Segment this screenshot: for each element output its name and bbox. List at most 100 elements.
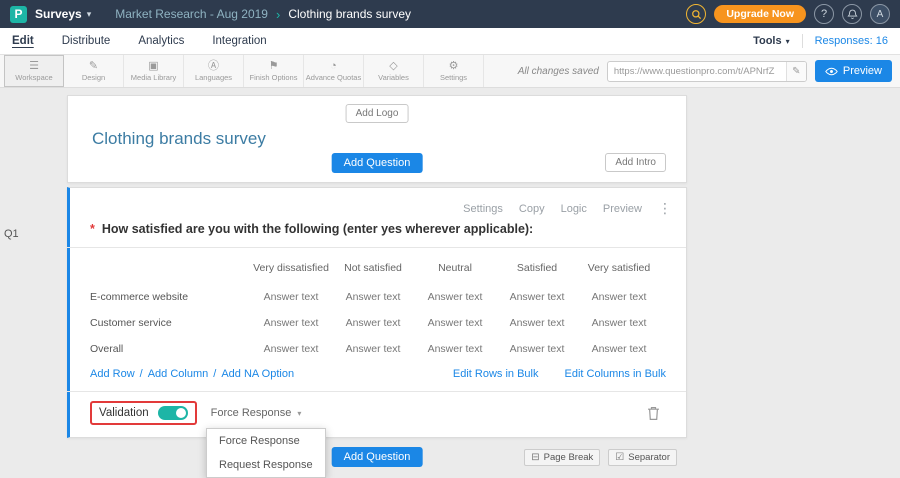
matrix-answer-cell[interactable]: Answer text bbox=[578, 284, 660, 310]
matrix-column-header[interactable]: Neutral bbox=[414, 252, 496, 284]
survey-canvas: Q1 Add Logo Clothing brands survey Add Q… bbox=[0, 88, 900, 456]
breadcrumb-current[interactable]: Clothing brands survey bbox=[288, 7, 411, 21]
toolbar-item-variables[interactable]: ◇ Variables bbox=[364, 55, 424, 87]
add-row-link[interactable]: Add Row bbox=[90, 368, 135, 380]
survey-url-input[interactable] bbox=[608, 66, 786, 77]
avatar[interactable]: A bbox=[870, 4, 890, 24]
matrix-answer-cell[interactable]: Answer text bbox=[332, 310, 414, 336]
question-copy-link[interactable]: Copy bbox=[519, 203, 545, 215]
help-button[interactable]: ? bbox=[814, 4, 834, 24]
tools-menu[interactable]: Tools ▾ bbox=[753, 35, 790, 47]
tab-edit[interactable]: Edit bbox=[12, 35, 34, 47]
question-mark-icon: ? bbox=[821, 8, 827, 20]
force-response-dropdown[interactable]: Force Response ▾ bbox=[211, 407, 302, 419]
matrix-answer-cell[interactable]: Answer text bbox=[332, 284, 414, 310]
topbar-actions: Upgrade Now ? A bbox=[686, 4, 890, 24]
matrix-row-label[interactable]: E-commerce website bbox=[90, 284, 250, 310]
breadcrumb: Market Research - Aug 2019 › Clothing br… bbox=[115, 7, 411, 22]
question-title-row: *How satisfied are you with the followin… bbox=[90, 222, 666, 236]
edit-rows-in-bulk-link[interactable]: Edit Rows in Bulk bbox=[453, 368, 539, 380]
survey-title[interactable]: Clothing brands survey bbox=[92, 129, 266, 149]
add-logo-button[interactable]: Add Logo bbox=[346, 104, 409, 123]
add-intro-button[interactable]: Add Intro bbox=[605, 153, 666, 172]
responses-count[interactable]: Responses: 16 bbox=[815, 35, 888, 47]
matrix-answer-cell[interactable]: Answer text bbox=[496, 284, 578, 310]
eye-icon bbox=[825, 67, 838, 76]
autosave-status: All changes saved bbox=[518, 66, 599, 77]
chevron-down-icon: ▾ bbox=[87, 9, 92, 20]
chevron-down-icon: ▾ bbox=[297, 409, 301, 418]
matrix-answer-cell[interactable]: Answer text bbox=[250, 336, 332, 362]
separator-option[interactable]: ☑ Separator bbox=[608, 449, 677, 466]
tab-integration[interactable]: Integration bbox=[212, 35, 266, 47]
force-response-menu: Force Response Request Response bbox=[206, 428, 326, 478]
breadcrumb-parent[interactable]: Market Research - Aug 2019 bbox=[115, 7, 268, 21]
question-logic-link[interactable]: Logic bbox=[561, 203, 587, 215]
bell-icon bbox=[847, 9, 858, 20]
tabs: Edit Distribute Analytics Integration bbox=[12, 35, 267, 47]
trash-icon bbox=[647, 406, 660, 421]
toolbar-item-media-library[interactable]: ▣ Media Library bbox=[124, 55, 184, 87]
upgrade-now-button[interactable]: Upgrade Now bbox=[714, 5, 806, 23]
toolbar-item-finish-options[interactable]: ⚑ Finish Options bbox=[244, 55, 304, 87]
question-actions: Settings Copy Logic Preview ⋮ bbox=[463, 200, 672, 217]
add-column-link[interactable]: Add Column bbox=[148, 368, 209, 380]
nav-tabs-bar: Edit Distribute Analytics Integration To… bbox=[0, 28, 900, 55]
matrix-column-header[interactable]: Not satisfied bbox=[332, 252, 414, 284]
toolbar-item-settings[interactable]: ⚙ Settings bbox=[424, 55, 484, 87]
question-number: Q1 bbox=[4, 228, 19, 240]
toolbar-item-design[interactable]: ✎ Design bbox=[64, 55, 124, 87]
toolbar-item-workspace[interactable]: ☰ Workspace bbox=[4, 55, 64, 87]
matrix-answer-cell[interactable]: Answer text bbox=[414, 336, 496, 362]
survey-header-card: Add Logo Clothing brands survey Add Ques… bbox=[67, 95, 687, 183]
matrix-answer-cell[interactable]: Answer text bbox=[496, 336, 578, 362]
question-preview-link[interactable]: Preview bbox=[603, 203, 642, 215]
matrix-column-header[interactable]: Satisfied bbox=[496, 252, 578, 284]
notifications-button[interactable] bbox=[842, 4, 862, 24]
matrix-answer-cell[interactable]: Answer text bbox=[496, 310, 578, 336]
question-text[interactable]: How satisfied are you with the following… bbox=[102, 222, 533, 236]
matrix-column-header[interactable]: Very satisfied bbox=[578, 252, 660, 284]
surveys-menu[interactable]: Surveys ▾ bbox=[35, 7, 91, 21]
more-options-icon[interactable]: ⋮ bbox=[658, 200, 672, 217]
matrix-answer-cell[interactable]: Answer text bbox=[332, 336, 414, 362]
divider bbox=[802, 34, 803, 48]
topbar: P Surveys ▾ Market Research - Aug 2019 ›… bbox=[0, 0, 900, 28]
matrix-answer-cell[interactable]: Answer text bbox=[250, 284, 332, 310]
footer-options: ⊟ Page Break ☑ Separator bbox=[524, 449, 677, 466]
toggle-knob bbox=[176, 408, 186, 418]
matrix-answer-cell[interactable]: Answer text bbox=[414, 284, 496, 310]
matrix-column-header[interactable]: Very dissatisfied bbox=[250, 252, 332, 284]
delete-question-button[interactable] bbox=[647, 406, 660, 421]
add-question-button-top[interactable]: Add Question bbox=[332, 153, 423, 173]
tab-analytics[interactable]: Analytics bbox=[138, 35, 184, 47]
pencil-icon: ✎ bbox=[792, 66, 800, 77]
preview-button[interactable]: Preview bbox=[815, 60, 892, 82]
edit-columns-in-bulk-link[interactable]: Edit Columns in Bulk bbox=[565, 368, 667, 380]
matrix-row-label[interactable]: Overall bbox=[90, 336, 250, 362]
add-question-button-bottom[interactable]: Add Question bbox=[332, 447, 423, 467]
matrix-answer-cell[interactable]: Answer text bbox=[414, 310, 496, 336]
matrix-row-label[interactable]: Customer service bbox=[90, 310, 250, 336]
edit-url-button[interactable]: ✎ bbox=[786, 62, 806, 81]
add-na-option-link[interactable]: Add NA Option bbox=[221, 368, 294, 380]
editor-toolbar: ☰ Workspace ✎ Design ▣ Media Library Ⓐ L… bbox=[0, 55, 900, 88]
menu-item-request-response[interactable]: Request Response bbox=[207, 453, 325, 477]
search-button[interactable] bbox=[686, 4, 706, 24]
toolbar-item-languages[interactable]: Ⓐ Languages bbox=[184, 55, 244, 87]
matrix-answer-cell[interactable]: Answer text bbox=[250, 310, 332, 336]
validation-highlight-annotation: Validation bbox=[90, 401, 197, 425]
link-separator: / bbox=[140, 368, 143, 380]
tools-label: Tools bbox=[753, 35, 782, 47]
tab-distribute[interactable]: Distribute bbox=[62, 35, 111, 47]
matrix-answer-cell[interactable]: Answer text bbox=[578, 310, 660, 336]
page-break-option[interactable]: ⊟ Page Break bbox=[524, 449, 600, 466]
matrix-answer-cell[interactable]: Answer text bbox=[578, 336, 660, 362]
menu-item-force-response[interactable]: Force Response bbox=[207, 429, 325, 453]
matrix-corner-cell bbox=[90, 252, 250, 284]
question-settings-link[interactable]: Settings bbox=[463, 203, 503, 215]
toolbar-item-advance-quotas[interactable]: ◔ Advance Quotas bbox=[304, 55, 364, 87]
divider bbox=[67, 247, 686, 248]
validation-toggle[interactable] bbox=[158, 406, 188, 420]
questionpro-logo[interactable]: P bbox=[10, 6, 27, 23]
